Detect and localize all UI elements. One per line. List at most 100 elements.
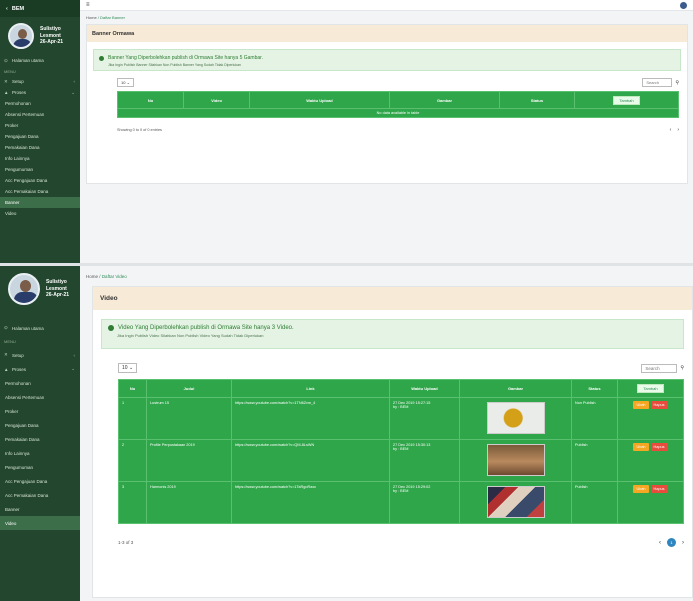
banner-screen: ‹ BEM Sulistiyo Lesmont 26-Apr-21 ⊙ Halam… bbox=[0, 0, 693, 263]
sidebar-subitem[interactable]: Info Lainnya bbox=[0, 446, 80, 460]
sidebar-subitem[interactable]: Pemakaian Dana bbox=[0, 432, 80, 446]
cell-judul: Lustrum 15 bbox=[146, 397, 232, 440]
alert-main: Banner Yang Diperbolehkan publish di Orm… bbox=[108, 55, 263, 61]
col-video: Video bbox=[183, 91, 250, 109]
sidebar-item-setup[interactable]: ✕ Setup ‹ bbox=[0, 348, 80, 362]
current-page-button[interactable]: 1 bbox=[667, 538, 676, 547]
sidebar-item-proses[interactable]: ▲ Proses ⌄ bbox=[0, 87, 80, 98]
cell-no: 3 bbox=[118, 481, 147, 524]
breadcrumb-home[interactable]: Home bbox=[86, 15, 97, 20]
sidebar-subitem[interactable]: Acc Pengajuan Dana bbox=[0, 175, 80, 186]
sidebar-item-proses[interactable]: ▲ Proses ⌄ bbox=[0, 362, 80, 376]
cell-link[interactable]: https://www.youtube.com/watch?v=1TaRgoRa… bbox=[231, 481, 390, 524]
sidebar-subitem[interactable]: Pengumuman bbox=[0, 460, 80, 474]
sidebar-subitem[interactable]: Pengajuan Dana bbox=[0, 418, 80, 432]
sidebar-subitem-video[interactable]: Video bbox=[0, 516, 80, 530]
next-page-button[interactable]: › bbox=[682, 540, 684, 546]
video-thumbnail bbox=[486, 402, 545, 434]
video-thumbnail bbox=[486, 444, 545, 476]
search-icon[interactable]: ⚲ bbox=[680, 365, 684, 371]
add-button[interactable]: Tambah bbox=[613, 95, 640, 105]
alert-main: Video Yang Diperbolehkan publish di Orma… bbox=[118, 325, 294, 331]
sidebar-subitem[interactable]: Pengajuan Dana bbox=[0, 131, 80, 142]
table-controls: 10 ⌄ Search ⚲ bbox=[117, 78, 679, 87]
cell-status: Non Publish bbox=[571, 397, 618, 440]
search-input[interactable]: Search bbox=[642, 78, 673, 87]
edit-button[interactable]: Ubah bbox=[633, 485, 649, 493]
cell-gambar bbox=[459, 439, 572, 482]
table-controls: 10 ⌄ Search ⚲ bbox=[118, 363, 684, 373]
brand[interactable]: ‹ BEM bbox=[0, 0, 80, 17]
edit-button[interactable]: Ubah bbox=[633, 443, 649, 451]
sidebar-subitem[interactable]: Acc Pemakaian Dana bbox=[0, 186, 80, 197]
cell-waktu: 27 Dec 2019 15:27:15 by : BEM bbox=[389, 397, 460, 440]
prev-page-button[interactable]: ‹ bbox=[670, 127, 672, 133]
cell-actions: Ubah Hapus bbox=[617, 397, 684, 440]
user-name: Sulistiyo bbox=[40, 26, 61, 33]
sidebar-subitem-video[interactable]: Video bbox=[0, 208, 80, 219]
sidebar-subitem[interactable]: Pemakaian Dana bbox=[0, 142, 80, 153]
cell-judul: Profile Perpustakaan 2019 bbox=[146, 439, 232, 482]
banner-table: No Video Waktu Upload Gambar Status Tamb… bbox=[117, 91, 679, 118]
hamburger-icon[interactable]: ≡ bbox=[86, 2, 90, 8]
info-alert: Banner Yang Diperbolehkan publish di Orm… bbox=[93, 49, 681, 71]
sidebar-subitem[interactable]: Pengumuman bbox=[0, 164, 80, 175]
sidebar-subitem[interactable]: Info Lainnya bbox=[0, 153, 80, 164]
user-panel: Sulistiyo Lesmont 26-Apr-21 bbox=[0, 266, 80, 311]
home-icon: ⊙ bbox=[4, 325, 8, 330]
table-row: 3 Harmonis 2019 https://www.youtube.com/… bbox=[118, 481, 684, 524]
sidebar-item-home[interactable]: ⊙ Halaman utama bbox=[0, 55, 80, 66]
sidebar-subitem-banner[interactable]: Banner bbox=[0, 502, 80, 516]
col-link: Link bbox=[231, 379, 390, 398]
sidebar-item-setup[interactable]: ✕ Setup ‹ bbox=[0, 76, 80, 87]
sidebar-subitem-banner[interactable]: Banner bbox=[0, 197, 80, 208]
next-page-button[interactable]: › bbox=[677, 127, 679, 133]
sidebar-subitem[interactable]: Acc Pengajuan Dana bbox=[0, 474, 80, 488]
cell-link[interactable]: https://www.youtube.com/watch?v=QM-8LsWN bbox=[231, 439, 390, 482]
menu-toggle-icon[interactable]: ‹ bbox=[6, 6, 8, 12]
delete-button[interactable]: Hapus bbox=[650, 443, 668, 451]
page-size-select[interactable]: 10 ⌄ bbox=[118, 363, 138, 373]
brand-label: BEM bbox=[11, 5, 25, 12]
col-waktu-upload: Waktu Upload bbox=[389, 379, 460, 398]
sidebar-item-home[interactable]: ⊙ Halaman utama bbox=[0, 321, 80, 335]
sidebar-subitem[interactable]: Permohonan bbox=[0, 98, 80, 109]
col-judul: Judul bbox=[146, 379, 232, 398]
chevron-down-icon: ⌄ bbox=[71, 89, 75, 95]
delete-button[interactable]: Hapus bbox=[650, 401, 668, 409]
menu-heading: MENU bbox=[4, 339, 16, 344]
search-icon[interactable]: ⚲ bbox=[675, 80, 679, 86]
edit-button[interactable]: Ubah bbox=[633, 401, 649, 409]
sidebar-subitem[interactable]: Absensi Pertemuan bbox=[0, 109, 80, 120]
sidebar-subitem[interactable]: Proker bbox=[0, 404, 80, 418]
sidebar-subitem[interactable]: Absensi Pertemuan bbox=[0, 390, 80, 404]
table-footer: 1-3 of 3 ‹ 1 › bbox=[118, 538, 684, 547]
avatar bbox=[8, 273, 40, 305]
user-menu-icon[interactable] bbox=[680, 1, 687, 9]
sidebar-subitem[interactable]: Acc Pemakaian Dana bbox=[0, 488, 80, 502]
col-gambar: Gambar bbox=[459, 379, 572, 398]
cell-link[interactable]: https://www.youtube.com/watch?v=1TN6Zvm_… bbox=[231, 397, 390, 440]
alert-sub: Jika Ingin Publish Video Silahkan Non Pu… bbox=[117, 333, 264, 338]
chevron-left-icon: ‹ bbox=[73, 79, 76, 84]
cell-status: Publish bbox=[571, 439, 618, 482]
add-button[interactable]: Tambah bbox=[637, 384, 664, 393]
sidebar: ‹ BEM Sulistiyo Lesmont 26-Apr-21 ⊙ Halam… bbox=[0, 0, 80, 263]
cell-actions: Ubah Hapus bbox=[617, 481, 684, 524]
search-input[interactable]: Search bbox=[641, 363, 678, 373]
user-date: 26-Apr-21 bbox=[46, 292, 70, 299]
breadcrumb-home[interactable]: Home bbox=[86, 274, 98, 279]
col-gambar: Gambar bbox=[389, 91, 500, 109]
video-screen: Sulistiyo Lesmont 26-Apr-21 ⊙ Halaman uta… bbox=[0, 266, 693, 601]
user-name: Sulistiyo bbox=[46, 279, 67, 286]
sidebar: Sulistiyo Lesmont 26-Apr-21 ⊙ Halaman uta… bbox=[0, 266, 80, 601]
sidebar-subitem[interactable]: Permohonan bbox=[0, 376, 80, 390]
video-thumbnail bbox=[486, 486, 545, 518]
delete-button[interactable]: Hapus bbox=[650, 485, 668, 493]
prev-page-button[interactable]: ‹ bbox=[659, 540, 661, 546]
alert-sub: Jika Ingin Publish Banner Silahkan Non P… bbox=[108, 63, 241, 67]
page-size-select[interactable]: 10 ⌄ bbox=[117, 78, 134, 87]
sidebar-subitem[interactable]: Proker bbox=[0, 120, 80, 131]
col-status: Status bbox=[499, 91, 575, 109]
cell-actions: Ubah Hapus bbox=[617, 439, 684, 482]
